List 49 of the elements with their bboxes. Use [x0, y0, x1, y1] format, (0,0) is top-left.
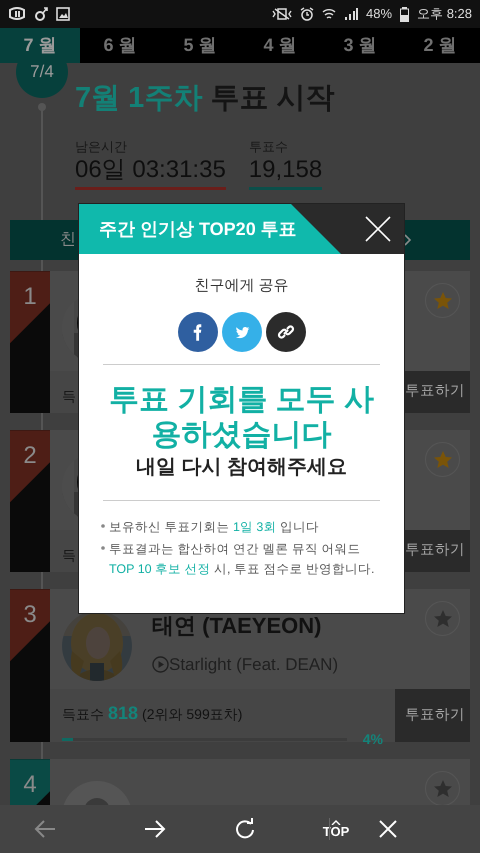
refresh-icon: [234, 818, 256, 840]
rank-number: 1: [22, 282, 38, 312]
rank-number: 4: [22, 770, 38, 800]
app-icon: [8, 6, 26, 22]
rank-number: 2: [22, 441, 38, 472]
back-icon: [33, 819, 57, 839]
star-icon: [434, 610, 452, 628]
month-tab[interactable]: 7 월: [0, 28, 80, 63]
star-icon: [434, 780, 452, 798]
wifi-icon: [322, 7, 336, 21]
banner-label: 친: [60, 230, 76, 250]
month-tab[interactable]: 5 월: [160, 28, 240, 63]
bullet-icon: [101, 524, 105, 528]
play-icon: [152, 656, 169, 674]
share-label: 친구에게 공유: [194, 277, 289, 294]
vote-button[interactable]: 투표하기: [395, 689, 470, 742]
close-icon: [364, 215, 392, 243]
dialog-headline: 투표 기회를 모두 사용하셨습니다: [108, 383, 375, 452]
vote-count: 818: [108, 702, 138, 726]
scroll-top-button[interactable]: TOP: [311, 809, 361, 849]
close-button[interactable]: [364, 215, 392, 243]
star-icon: [434, 451, 452, 468]
month-tab[interactable]: 2 월: [400, 28, 480, 63]
artist-name: 태연 (TAEYEON): [152, 612, 322, 640]
note-text: 보유하신 투표기회는 1일 3회 입니다: [109, 519, 319, 536]
facebook-share-button[interactable]: [178, 312, 218, 352]
vote-percent: 4%: [362, 730, 383, 750]
battery-icon: [400, 6, 410, 22]
alarm-icon: [300, 7, 314, 21]
bullet-icon: [101, 546, 105, 550]
forward-icon: [143, 819, 167, 839]
note-text: 투표결과는 합산하여 연간 멜론 뮤직 어워드 TOP 10 후보 선정 시, 투표 점수로 반영합니다.: [109, 541, 376, 578]
star-icon: [434, 292, 452, 310]
dialog-message: 내일 다시 참여해주세요: [134, 455, 348, 480]
link-share-button[interactable]: [266, 312, 306, 352]
month-tab[interactable]: 6 월: [80, 28, 160, 63]
image-icon: [56, 7, 70, 21]
clock: 오후 8:28: [417, 5, 472, 24]
rank-number: 3: [22, 600, 38, 630]
dialog-title: 주간 인기상 TOP20 투표: [99, 218, 297, 240]
battery-percent: 48%: [366, 5, 392, 24]
signal-icon: [344, 7, 358, 21]
month-tab[interactable]: 3 월: [320, 28, 400, 63]
mute-icon: [272, 7, 292, 21]
close-icon: [378, 819, 398, 839]
month-tab[interactable]: 4 월: [240, 28, 320, 63]
chevron-icon: [404, 234, 412, 246]
caret-icon: [331, 820, 341, 825]
facebook-icon: [193, 324, 202, 340]
